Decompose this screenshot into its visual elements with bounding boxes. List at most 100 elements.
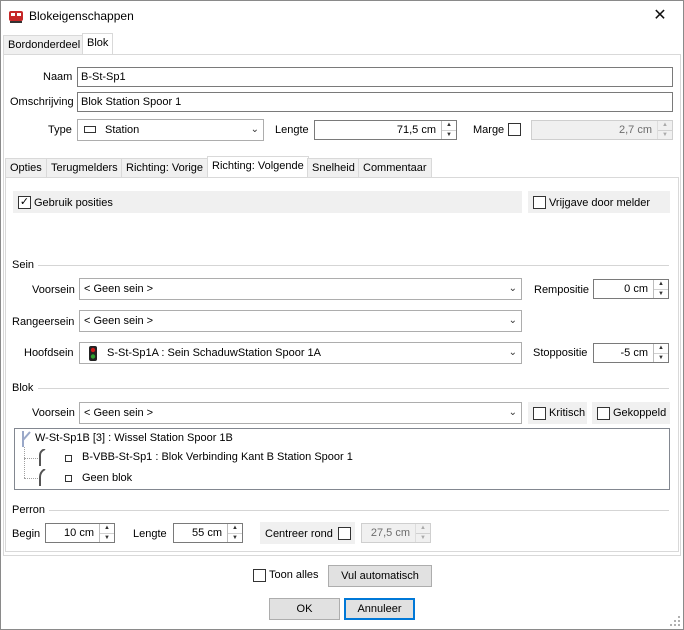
rangeersein-value: < Geen sein >: [84, 315, 154, 327]
rangeersein-select[interactable]: < Geen sein > ⌄: [79, 310, 522, 332]
station-block-icon: [84, 126, 96, 133]
spin-down-icon: ▼: [442, 130, 456, 139]
blok-voorsein-label: Voorsein: [32, 407, 75, 419]
hoofdsein-select[interactable]: S-St-Sp1A : Sein SchaduwStation Spoor 1A…: [79, 342, 522, 364]
gebruik-posities-checkbox[interactable]: ✓: [18, 196, 31, 209]
close-button[interactable]: ✕: [637, 1, 683, 31]
omschrijving-input[interactable]: Blok Station Spoor 1: [77, 92, 673, 112]
begin-input[interactable]: 10 cm ▲ ▼: [45, 523, 115, 543]
gekoppeld-checkbox[interactable]: [597, 407, 610, 420]
block-square-icon: [65, 475, 72, 482]
spin-up-icon: ▲: [446, 122, 452, 128]
tree-connector: [24, 447, 25, 478]
spin-down-icon: ▼: [100, 533, 114, 542]
blok-group-divider: [38, 388, 669, 389]
tab-opties[interactable]: Opties: [5, 158, 47, 178]
lengte-value: 71,5 cm: [396, 124, 436, 136]
sein-voorsein-label: Voorsein: [32, 284, 75, 296]
close-icon: ✕: [653, 7, 667, 24]
vrijgave-checkbox[interactable]: [533, 196, 546, 209]
chevron-down-icon: ⌄: [508, 283, 517, 294]
tree-item[interactable]: W-St-Sp1B [3] : Wissel Station Spoor 1B: [35, 432, 233, 444]
blok-tree[interactable]: W-St-Sp1B [3] : Wissel Station Spoor 1B …: [14, 428, 670, 490]
begin-spinner[interactable]: ▲ ▼: [99, 524, 114, 542]
rempositie-value: 0 cm: [624, 283, 648, 295]
lengte-label: Lengte: [275, 124, 309, 136]
spin-up-icon: ▲: [232, 525, 238, 531]
sein-group-label: Sein: [12, 259, 35, 271]
centreer-input: 27,5 cm ▲ ▼: [361, 523, 431, 543]
spin-down-icon: ▼: [228, 533, 242, 542]
centreer-checkbox[interactable]: [338, 527, 351, 540]
blok-voorsein-value: < Geen sein >: [84, 407, 154, 419]
tree-item[interactable]: B-VBB-St-Sp1 : Blok Verbinding Kant B St…: [82, 451, 353, 463]
sein-voorsein-select[interactable]: < Geen sein > ⌄: [79, 278, 522, 300]
chevron-down-icon: ⌄: [508, 315, 517, 326]
centreer-spinner: ▲ ▼: [415, 524, 430, 542]
tab-blok[interactable]: Blok: [82, 33, 114, 55]
tree-item[interactable]: Geen blok: [82, 472, 132, 484]
hoofdsein-value: S-St-Sp1A : Sein SchaduwStation Spoor 1A: [107, 347, 322, 359]
toon-alles-checkbox[interactable]: [253, 569, 266, 582]
perron-group-divider: [49, 510, 669, 511]
title-bar: Blokeigenschappen ✕: [1, 1, 683, 31]
marge-input: 2,7 cm ▲ ▼: [531, 120, 673, 140]
checkmark-icon: ✓: [19, 196, 30, 208]
type-select[interactable]: Station ⌄: [77, 119, 264, 141]
naam-label: Naam: [43, 71, 73, 83]
spin-up-icon: ▲: [658, 281, 664, 287]
resize-grip-icon[interactable]: [669, 615, 681, 627]
tab-commentaar[interactable]: Commentaar: [358, 158, 432, 178]
kritisch-checkbox[interactable]: [533, 407, 546, 420]
block-square-icon: [65, 455, 72, 462]
rempositie-label: Rempositie: [534, 284, 590, 296]
rangeersein-label: Rangeersein: [12, 316, 75, 328]
perron-lengte-label: Lengte: [133, 528, 167, 540]
tree-connector: [24, 478, 38, 479]
tab-terugmelders[interactable]: Terugmelders: [46, 158, 123, 178]
turnout-icon: [22, 431, 31, 447]
lengte-spinner[interactable]: ▲ ▼: [441, 121, 456, 139]
rempositie-spinner[interactable]: ▲ ▼: [653, 280, 668, 298]
centreer-label: Centreer rond: [265, 528, 333, 540]
kritisch-label: Kritisch: [549, 407, 586, 419]
perron-lengte-spinner[interactable]: ▲ ▼: [227, 524, 242, 542]
ok-button[interactable]: OK: [269, 598, 340, 620]
tab-snelheid[interactable]: Snelheid: [307, 158, 360, 178]
app-train-icon: [9, 11, 23, 23]
rempositie-input[interactable]: 0 cm ▲ ▼: [593, 279, 669, 299]
stoppositie-spinner[interactable]: ▲ ▼: [653, 344, 668, 362]
chevron-down-icon: ⌄: [508, 407, 517, 418]
annuleer-button[interactable]: Annuleer: [344, 598, 415, 620]
marge-spinner: ▲ ▼: [657, 121, 672, 139]
tab-bordonderdeel[interactable]: Bordonderdeel: [3, 35, 86, 55]
tab-richting-vorige[interactable]: Richting: Vorige: [121, 158, 209, 178]
tree-connector: [24, 458, 38, 459]
sein-voorsein-value: < Geen sein >: [84, 283, 154, 295]
spin-up-icon: ▲: [658, 345, 664, 351]
tab-richting-volgende[interactable]: Richting: Volgende: [207, 156, 309, 178]
signal-light-icon: [89, 346, 97, 361]
lengte-input[interactable]: 71,5 cm ▲ ▼: [314, 120, 457, 140]
gekoppeld-label: Gekoppeld: [613, 407, 667, 419]
track-curve-icon: [39, 449, 46, 466]
hoofdsein-label: Hoofdsein: [24, 347, 74, 359]
gebruik-posities-label: Gebruik posities: [34, 197, 113, 209]
window-title: Blokeigenschappen: [29, 9, 134, 23]
richting-volgende-panel: [5, 177, 679, 552]
begin-label: Begin: [12, 528, 41, 540]
marge-checkbox[interactable]: [508, 123, 521, 136]
stoppositie-value: -5 cm: [620, 347, 649, 359]
perron-lengte-input[interactable]: 55 cm ▲ ▼: [173, 523, 243, 543]
perron-group-label: Perron: [12, 504, 46, 516]
naam-input[interactable]: B-St-Sp1: [77, 67, 673, 87]
stoppositie-input[interactable]: -5 cm ▲ ▼: [593, 343, 669, 363]
blok-group-label: Blok: [12, 382, 34, 394]
spin-down-icon: ▼: [654, 353, 668, 362]
marge-label: Marge: [473, 124, 505, 136]
dialog-window: Blokeigenschappen ✕ Bordonderdeel Blok N…: [0, 0, 684, 630]
vul-automatisch-button[interactable]: Vul automatisch: [328, 565, 432, 587]
sein-group-divider: [38, 265, 669, 266]
blok-voorsein-select[interactable]: < Geen sein > ⌄: [79, 402, 522, 424]
track-curve-icon: [39, 469, 46, 486]
